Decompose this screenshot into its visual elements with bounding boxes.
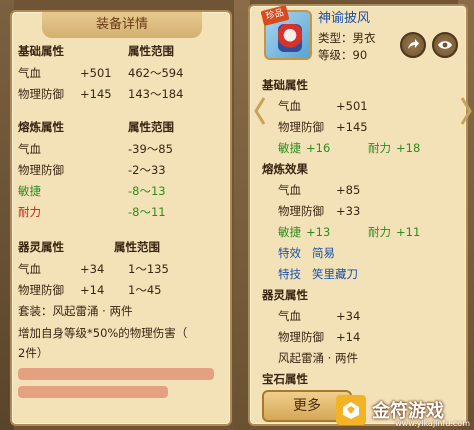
r-refine-stamina-label: 耐力 (368, 225, 391, 239)
refine-pdef-range: -2～33 (128, 163, 166, 177)
r-refine-stamina-value: +11 (396, 225, 421, 239)
r-base-stamina-value: +18 (396, 141, 421, 155)
refine-effect-title: 熔炼效果 (262, 162, 308, 176)
r-base-hp-label: 气血 (278, 99, 301, 113)
base-hp-label: 气血 (18, 66, 41, 80)
special-effect-label: 特效 (278, 246, 301, 260)
r-spirit-pdef-value: +14 (336, 330, 361, 344)
base-hp-range: 462～594 (128, 66, 184, 80)
refine-hp-label: 气血 (18, 142, 41, 156)
watermark-url: www.yikajinfu.com (395, 419, 470, 428)
base-attr-title: 基础属性 (262, 78, 308, 92)
eye-icon (438, 41, 452, 49)
r-base-pdef-value: +145 (336, 120, 368, 134)
item-type: 类型：男衣 (318, 31, 376, 45)
equipment-detail-panel: 装备详情 基础属性 属性范围 气血 +501 462～594 物理防御 +145… (10, 10, 232, 426)
panel-title: 装备详情 (42, 12, 202, 38)
item-name: 神谕披风 (318, 11, 371, 26)
watermark-logo-icon (336, 395, 366, 425)
r-base-hp-value: +501 (336, 99, 368, 113)
base-pdef-value: +145 (80, 87, 112, 101)
spirit-attr-title: 器灵属性 (262, 288, 308, 302)
set-bonus-line-1: 增加自身等级*50%的物理伤害（ (18, 326, 188, 340)
spirit-attr-header: 器灵属性 (18, 240, 64, 254)
refine-range-header: 属性范围 (128, 120, 174, 134)
refine-stamina-label: 耐力 (18, 205, 41, 219)
share-icon (408, 39, 419, 49)
base-pdef-label: 物理防御 (18, 87, 64, 101)
equipped-item-panel: 珍品 神谕披风 类型：男衣 等级：90 基础属性 气血 +501 物理防御 +1… (248, 4, 468, 426)
r-spirit-set: 风起雷涌 · 两件 (278, 351, 358, 365)
r-base-agility-label: 敏捷 (278, 141, 301, 155)
prev-arrow-icon[interactable] (254, 96, 266, 126)
preview-button[interactable] (432, 32, 458, 58)
r-refine-agility-value: +13 (306, 225, 331, 239)
refine-pdef-label: 物理防御 (18, 163, 64, 177)
spirit-range-header: 属性范围 (114, 240, 160, 254)
next-arrow-icon[interactable] (460, 96, 472, 126)
r-refine-pdef-label: 物理防御 (278, 204, 324, 218)
base-pdef-range: 143～184 (128, 87, 184, 101)
share-button[interactable] (400, 32, 426, 58)
item-level: 等级：90 (318, 48, 368, 62)
blurred-red-line-1 (18, 368, 214, 380)
r-refine-hp-value: +85 (336, 183, 361, 197)
cloak-icon (278, 24, 302, 52)
spirit-pdef-label: 物理防御 (18, 283, 64, 297)
r-refine-hp-label: 气血 (278, 183, 301, 197)
refine-stamina-range: -8～11 (128, 205, 166, 219)
refine-attr-header: 熔炼属性 (18, 120, 64, 134)
base-hp-value: +501 (80, 66, 112, 80)
spirit-pdef-value: +14 (80, 283, 105, 297)
special-skill-label: 特技 (278, 267, 301, 281)
r-refine-agility-label: 敏捷 (278, 225, 301, 239)
r-base-stamina-label: 耐力 (368, 141, 391, 155)
refine-hp-range: -39～85 (128, 142, 173, 156)
r-refine-pdef-value: +33 (336, 204, 361, 218)
base-range-header: 属性范围 (128, 44, 174, 58)
r-base-pdef-label: 物理防御 (278, 120, 324, 134)
base-attr-header: 基础属性 (18, 44, 64, 58)
spirit-hp-value: +34 (80, 262, 105, 276)
set-bonus-line-2: 2件） (18, 346, 49, 360)
watermark: 金符游戏 www.yikajinfu.com (336, 392, 474, 428)
special-skill-value: 笑里藏刀 (312, 267, 358, 281)
spirit-pdef-range: 1～45 (128, 283, 162, 297)
spirit-hp-label: 气血 (18, 262, 41, 276)
r-spirit-hp-label: 气血 (278, 309, 301, 323)
refine-agility-label: 敏捷 (18, 184, 41, 198)
r-spirit-hp-value: +34 (336, 309, 361, 323)
spirit-hp-range: 1～135 (128, 262, 169, 276)
gem-attr-title: 宝石属性 (262, 372, 308, 386)
special-effect-value: 简易 (312, 246, 335, 260)
set-line: 套装：风起雷涌 · 两件 (18, 304, 133, 318)
refine-agility-range: -8～13 (128, 184, 166, 198)
r-base-agility-value: +16 (306, 141, 331, 155)
r-spirit-pdef-label: 物理防御 (278, 330, 324, 344)
blurred-red-line-2 (18, 386, 168, 398)
